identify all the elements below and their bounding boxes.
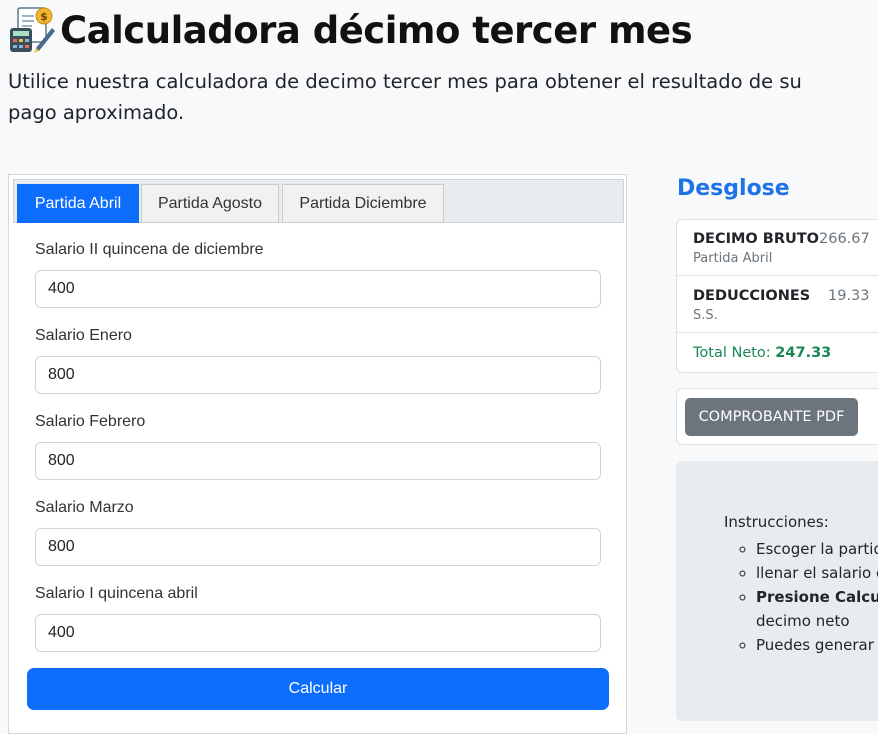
calculator-card: Partida Abril Partida Agosto Partida Dic… xyxy=(8,174,627,734)
list-item-decimo-bruto: DECIMO BRUTO 266.67 Partida Abril xyxy=(677,220,878,275)
total-neto: Total Neto: 247.33 xyxy=(693,345,831,361)
deducciones-sub: S.S. xyxy=(693,308,718,323)
instruction-item: Puedes generar u xyxy=(756,633,878,657)
instruction-item: Escoger la partida xyxy=(756,537,878,561)
total-neto-value: 247.33 xyxy=(775,345,832,361)
page-header: $ Calculadora décimo tercer mes Utilice … xyxy=(8,6,868,128)
partida-tabs: Partida Abril Partida Agosto Partida Dic… xyxy=(13,179,624,223)
deducciones-label: DEDUCCIONES xyxy=(693,288,811,304)
instruction-item: Presione Calcula decimo neto xyxy=(756,585,878,633)
salario-ii-quincena-diciembre-input[interactable] xyxy=(35,270,601,308)
decimo-bruto-value: 266.67 xyxy=(819,231,870,247)
instruction-bold: Presione Calcula xyxy=(756,588,878,606)
page-subtitle: Utilice nuestra calculadora de decimo te… xyxy=(8,70,802,124)
pdf-box: COMPROBANTE PDF xyxy=(676,388,878,445)
desglose-list: DECIMO BRUTO 266.67 Partida Abril DEDUCC… xyxy=(676,219,878,373)
title-row: $ Calculadora décimo tercer mes xyxy=(8,6,868,54)
svg-text:$: $ xyxy=(40,10,48,23)
salario-febrero-input[interactable] xyxy=(35,442,601,480)
total-neto-label: Total Neto: xyxy=(693,345,771,361)
tab-partida-diciembre[interactable]: Partida Diciembre xyxy=(282,184,444,223)
decimo-bruto-sub: Partida Abril xyxy=(693,251,773,266)
salario-i-quincena-abril-label: Salario I quincena abril xyxy=(35,585,198,602)
instructions-title: Instrucciones: xyxy=(724,513,829,531)
comprobante-pdf-button[interactable]: COMPROBANTE PDF xyxy=(685,398,858,436)
tab-partida-abril[interactable]: Partida Abril xyxy=(17,184,139,223)
salario-marzo-input[interactable] xyxy=(35,528,601,566)
instructions-box: Instrucciones: Escoger la partida llenar… xyxy=(676,461,878,721)
salario-febrero-label: Salario Febrero xyxy=(35,413,146,430)
salario-marzo-label: Salario Marzo xyxy=(35,499,134,516)
tab-partida-agosto[interactable]: Partida Agosto xyxy=(141,184,279,223)
salario-i-quincena-abril-input[interactable] xyxy=(35,614,601,652)
salario-ii-quincena-diciembre-label: Salario II quincena de diciembre xyxy=(35,241,264,258)
salario-enero-input[interactable] xyxy=(35,356,601,394)
list-item-deducciones: DEDUCCIONES 19.33 S.S. xyxy=(677,275,878,332)
page-title: Calculadora décimo tercer mes xyxy=(60,8,693,52)
calculator-document-icon: $ xyxy=(10,7,55,53)
desglose-title: Desglose xyxy=(677,176,790,201)
instruction-cont: decimo neto xyxy=(756,612,850,630)
salario-enero-label: Salario Enero xyxy=(35,327,132,344)
list-item-total-neto: Total Neto: 247.33 xyxy=(677,332,878,373)
decimo-bruto-label: DECIMO BRUTO xyxy=(693,231,819,247)
instruction-item: llenar el salario co xyxy=(756,561,878,585)
instructions-list: Escoger la partida llenar el salario co … xyxy=(724,537,878,657)
deducciones-value: 19.33 xyxy=(828,288,870,304)
calcular-button[interactable]: Calcular xyxy=(27,668,609,710)
